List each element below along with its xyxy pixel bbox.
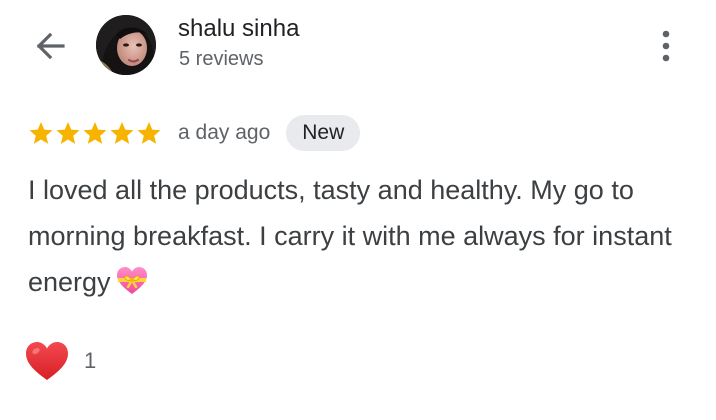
heart-reaction-count: 1 — [84, 348, 97, 373]
star-icon — [56, 121, 80, 144]
heart-icon — [26, 342, 68, 380]
star-icon — [137, 121, 161, 144]
review-header: shalu sinha 5 reviews — [0, 0, 716, 90]
reviewer-review-count: 5 reviews — [179, 48, 264, 70]
review-meta: a day ago New — [28, 114, 361, 152]
more-options-button[interactable] — [651, 28, 681, 64]
reviewer-name[interactable]: shalu sinha — [178, 15, 299, 43]
arrow-back-icon — [36, 32, 65, 60]
star-icon — [29, 121, 53, 144]
new-badge: New — [286, 115, 361, 151]
star-rating — [28, 120, 162, 146]
more-vert-icon — [662, 30, 670, 62]
reviewer-photo — [96, 15, 156, 75]
review-date: a day ago — [178, 121, 271, 144]
back-button[interactable] — [30, 26, 70, 66]
avatar[interactable] — [96, 15, 156, 75]
star-icon — [110, 121, 134, 144]
review-body: I loved all the products, tasty and heal… — [28, 167, 698, 305]
star-icon — [83, 121, 107, 144]
heart-reaction-button[interactable]: 1 — [24, 338, 96, 384]
heart-with-ribbon-icon — [116, 267, 147, 294]
